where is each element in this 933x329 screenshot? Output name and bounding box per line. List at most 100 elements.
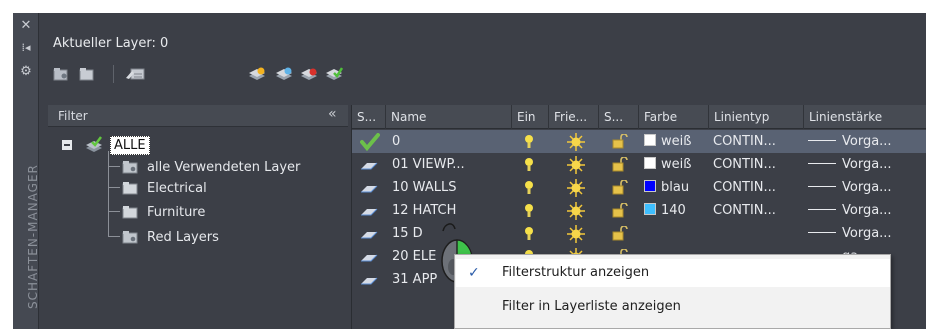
tree-item-used-layers[interactable]: alle Verwendeten Layer: [122, 157, 300, 177]
layer-unlocked-icon[interactable]: [612, 153, 634, 176]
layer-on-bulb-icon[interactable]: [524, 222, 544, 245]
layer-on-bulb-icon[interactable]: [524, 130, 544, 153]
property-filter-icon: [122, 231, 138, 244]
tree-item-red-layers[interactable]: Red Layers: [122, 227, 219, 247]
layer-unlocked-icon[interactable]: [612, 176, 634, 199]
color-swatch: [644, 203, 656, 215]
layer-linetype[interactable]: CONTIN...: [713, 130, 803, 153]
current-layer-check-icon: [360, 130, 386, 153]
layer-linetype[interactable]: CONTIN...: [713, 176, 803, 199]
layer-status-icon: [360, 222, 386, 245]
filter-pane: Filter « ALLE alle Verwendeten Layer Ele…: [48, 105, 348, 329]
menu-item-label: Filterstruktur anzeigen: [502, 265, 650, 280]
new-property-filter-icon[interactable]: [53, 67, 69, 81]
collapse-filter-button[interactable]: «: [328, 106, 337, 122]
layer-on-bulb-icon[interactable]: [524, 199, 544, 222]
lineweight-value: Vorga...: [842, 203, 892, 218]
new-vp-frozen-layer-icon[interactable]: [275, 67, 293, 81]
menu-item-label: Filter in Layerliste anzeigen: [502, 299, 681, 314]
layer-name[interactable]: 0: [392, 130, 510, 153]
color-swatch: [644, 134, 656, 146]
layer-name[interactable]: 12 HATCH: [392, 199, 510, 222]
color-swatch: [644, 157, 656, 169]
layer-unlocked-icon[interactable]: [612, 199, 634, 222]
collapse-node-icon[interactable]: [62, 140, 72, 150]
column-lineweight[interactable]: Linienstärke: [804, 105, 926, 129]
layer-lineweight[interactable]: Vorga...: [808, 153, 926, 176]
lineweight-preview: [808, 163, 836, 164]
gear-icon[interactable]: ⚙: [17, 63, 35, 81]
layer-lineweight[interactable]: Vorga...: [808, 130, 926, 153]
layer-thawed-sun-icon[interactable]: [567, 153, 589, 176]
tree-item-alle[interactable]: ALLE: [62, 135, 150, 155]
column-on[interactable]: Ein: [512, 105, 549, 129]
table-row[interactable]: 12 HATCH 140 CONTIN... Vorga...: [352, 199, 926, 222]
layer-color[interactable]: weiß: [644, 130, 708, 153]
toolbar-separator: [113, 65, 114, 83]
property-filter-icon: [122, 161, 138, 174]
layer-status-icon: [360, 268, 386, 291]
new-group-filter-icon[interactable]: [79, 67, 95, 81]
layer-lineweight[interactable]: Vorga...: [808, 199, 926, 222]
layer-thawed-sun-icon[interactable]: [567, 176, 589, 199]
group-filter-icon: [122, 206, 138, 219]
tree-item-label: alle Verwendeten Layer: [147, 159, 301, 175]
color-name: weiß: [661, 134, 692, 149]
layer-states-icon[interactable]: [125, 67, 145, 81]
layer-name[interactable]: 01 VIEWP...: [392, 153, 510, 176]
layer-linetype[interactable]: CONTIN...: [713, 153, 803, 176]
new-layer-icon[interactable]: [248, 67, 266, 81]
lineweight-value: Vorga...: [842, 134, 892, 149]
layer-on-bulb-icon[interactable]: [524, 176, 544, 199]
layer-color[interactable]: 140: [644, 199, 708, 222]
lineweight-preview: [808, 140, 836, 141]
column-lock[interactable]: S...: [599, 105, 639, 129]
table-row[interactable]: 01 VIEWP... weiß CONTIN... Vorga...: [352, 153, 926, 176]
tree-connector: [108, 236, 120, 237]
pin-icon[interactable]: ⁞◂: [17, 39, 35, 57]
layer-unlocked-icon[interactable]: [612, 222, 634, 245]
column-color[interactable]: Farbe: [639, 105, 709, 129]
column-linetype[interactable]: Linientyp: [709, 105, 804, 129]
column-status[interactable]: S...: [352, 105, 386, 129]
layer-lineweight[interactable]: Vorga...: [808, 176, 926, 199]
menu-item-show-filter-tree[interactable]: ✓ Filterstruktur anzeigen: [456, 259, 890, 287]
layer-status-icon: [360, 245, 386, 268]
layer-thawed-sun-icon[interactable]: [567, 222, 589, 245]
color-name: weiß: [661, 157, 692, 172]
color-name: 140: [661, 203, 686, 218]
layer-lineweight[interactable]: Vorga...: [808, 222, 926, 245]
filter-context-menu: ✓ Filterstruktur anzeigen Filter in Laye…: [454, 254, 891, 329]
column-freeze[interactable]: Frie...: [549, 105, 599, 129]
layer-linetype[interactable]: CONTIN...: [713, 199, 803, 222]
check-icon: ✓: [468, 265, 480, 281]
layer-thawed-sun-icon[interactable]: [567, 130, 589, 153]
filter-header: Filter «: [48, 105, 348, 127]
layer-color[interactable]: weiß: [644, 153, 708, 176]
table-row[interactable]: 10 WALLS blau CONTIN... Vorga...: [352, 176, 926, 199]
column-name-label: Name: [391, 110, 427, 124]
tree-item-furniture[interactable]: Furniture: [122, 202, 205, 222]
table-row[interactable]: 0 weiß CONTIN... Vorga...: [352, 130, 926, 153]
close-icon[interactable]: ✕: [17, 17, 35, 35]
group-filter-icon: [122, 182, 138, 195]
lineweight-preview: [808, 209, 836, 210]
menu-item-show-filters-in-layer-list[interactable]: Filter in Layerliste anzeigen: [456, 293, 890, 321]
color-name: blau: [661, 180, 690, 195]
delete-layer-icon[interactable]: [300, 67, 318, 81]
layer-name[interactable]: 10 WALLS: [392, 176, 510, 199]
layer-thawed-sun-icon[interactable]: [567, 199, 589, 222]
tree-item-electrical[interactable]: Electrical: [122, 178, 207, 198]
layer-on-bulb-icon[interactable]: [524, 153, 544, 176]
layer-unlocked-icon[interactable]: [612, 130, 634, 153]
tree-connector: [108, 151, 109, 237]
layer-color[interactable]: blau: [644, 176, 708, 199]
tree-connector: [108, 187, 120, 188]
screenshot-frame: ✕ ⁞◂ ⚙ SCHAFTEN-MANAGER Aktueller Layer:…: [0, 0, 933, 329]
tree-connector: [108, 166, 120, 167]
lineweight-preview: [808, 186, 836, 187]
set-current-icon[interactable]: [325, 67, 343, 81]
column-name[interactable]: Name ▲: [386, 105, 512, 129]
tree-item-label: ALLE: [110, 135, 150, 155]
layer-status-icon: [360, 176, 386, 199]
